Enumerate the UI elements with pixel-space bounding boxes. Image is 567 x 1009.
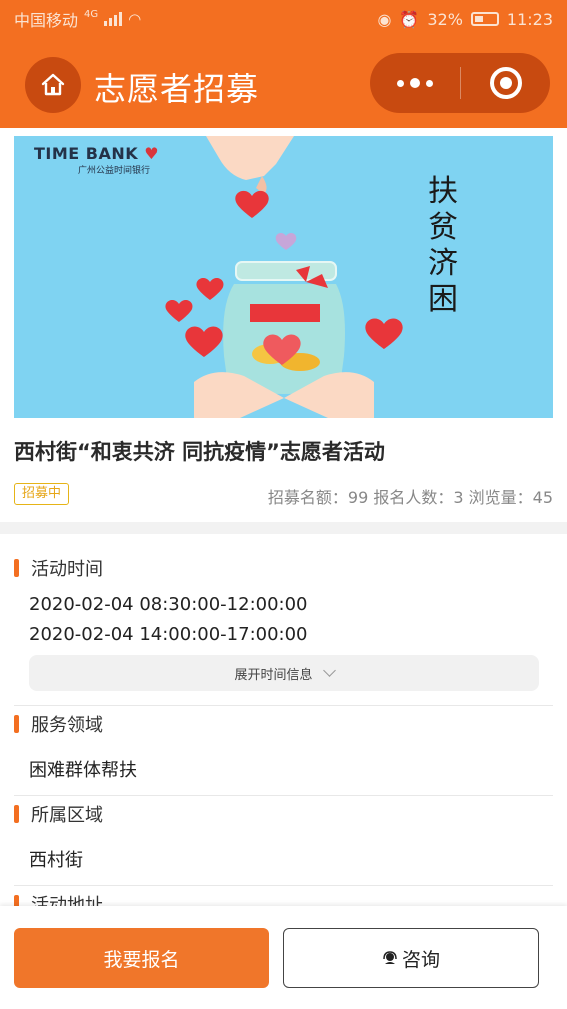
section-marker: [14, 559, 19, 577]
status-bar: 中国移动 4G ◠ ◉ ⏰ 32% 11:23: [0, 0, 567, 38]
section-gap: [0, 522, 567, 534]
divider: [14, 795, 553, 796]
time-slot: 2020-02-04 14:00:00-17:00:00: [29, 624, 308, 645]
section-marker: [14, 805, 19, 823]
section-activity-time: 活动时间: [14, 555, 103, 581]
home-icon: [41, 73, 65, 96]
app-header: 志愿者招募: [0, 38, 567, 128]
target-circle-icon: [489, 67, 522, 99]
section-label: 所属区域: [31, 805, 103, 826]
area-value: 西村街: [29, 850, 83, 871]
alarm-icon: ⏰: [399, 9, 420, 29]
event-title: 西村街“和衷共济 同抗疫情”志愿者活动: [14, 440, 385, 464]
clock-time: 11:23: [506, 9, 553, 29]
calligraphy-text: 扶 贫 济 困: [428, 174, 458, 317]
more-button[interactable]: [370, 53, 460, 113]
section-area: 所属区域: [14, 801, 103, 827]
consult-label: 咨询: [401, 948, 440, 971]
eye-icon: ◉: [377, 9, 392, 29]
divider: [14, 885, 553, 886]
expand-time-button[interactable]: 展开时间信息: [29, 655, 539, 691]
event-stats: 招募名额：99 报名人数：3 浏览量：45: [267, 488, 553, 507]
carrier-label: 中国移动: [14, 11, 79, 30]
signal-icon: [104, 12, 123, 26]
event-banner: TIME BANK ♥ 广州公益时间银行 扶 贫 济 困: [14, 136, 553, 418]
bottom-action-bar: 我要报名 咨询: [0, 906, 567, 1009]
section-label: 活动时间: [31, 559, 103, 580]
section-service-field: 服务领域: [14, 711, 103, 737]
wifi-icon: ◠: [128, 10, 142, 28]
page-title: 志愿者招募: [94, 70, 260, 108]
close-button[interactable]: [461, 53, 550, 113]
section-marker: [14, 715, 19, 733]
headset-icon: [383, 951, 397, 964]
divider: [14, 705, 553, 706]
signup-button[interactable]: 我要报名: [14, 928, 269, 988]
section-label: 服务领域: [31, 715, 103, 736]
battery-icon: [470, 12, 499, 26]
network-label: 4G: [84, 9, 99, 20]
more-dots-icon: [397, 78, 433, 88]
service-field-value: 困难群体帮扶: [29, 760, 137, 781]
consult-button[interactable]: 咨询: [283, 928, 539, 988]
miniprogram-capsule: [370, 53, 550, 113]
chevron-down-icon: [322, 664, 336, 677]
battery-percent: 32%: [427, 9, 463, 29]
status-badge: 招募中: [14, 483, 70, 505]
time-slot: 2020-02-04 08:30:00-12:00:00: [29, 594, 308, 615]
charity-jar-illustration: [165, 136, 403, 418]
expand-label: 展开时间信息: [234, 667, 313, 683]
home-button[interactable]: [25, 57, 81, 113]
